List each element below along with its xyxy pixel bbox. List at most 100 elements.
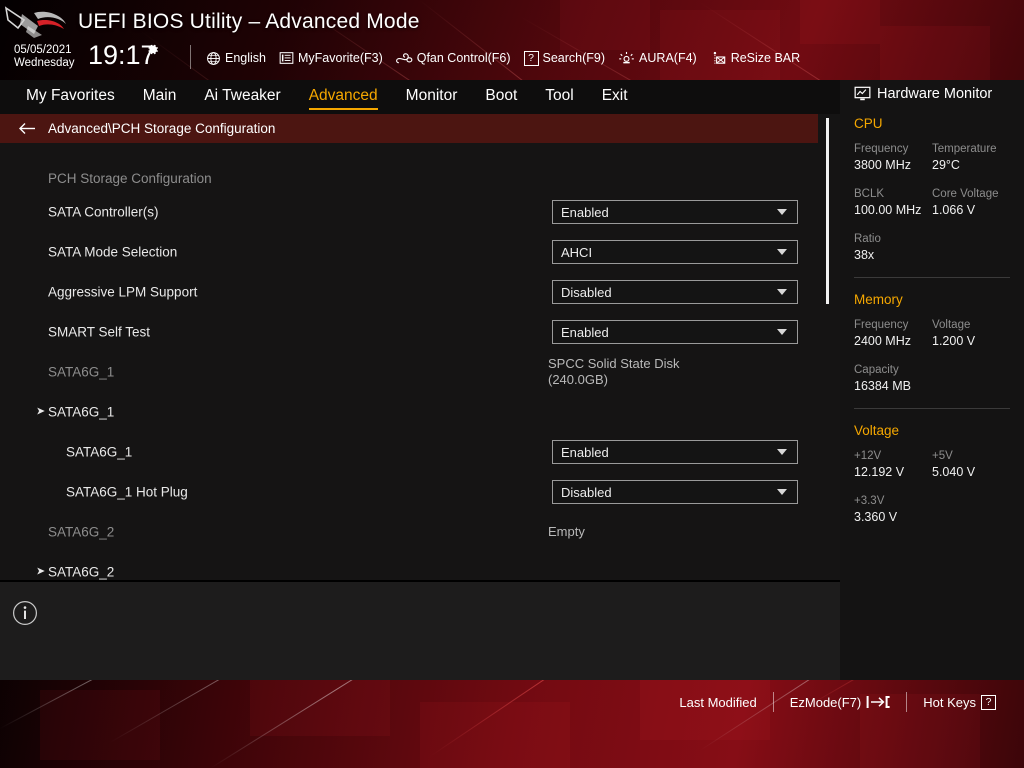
content-panel: Advanced\PCH Storage Configuration PCH S… — [0, 114, 840, 580]
setting-label: Aggressive LPM Support — [48, 285, 197, 300]
breadcrumb-path: Advanced\PCH Storage Configuration — [48, 121, 275, 136]
hwm-metric: Capacity16384 MB — [854, 363, 936, 395]
setting-label: SATA6G_2 — [48, 565, 114, 580]
hwm-group: MemoryFrequency2400 MHzVoltage1.200 VCap… — [854, 292, 1010, 395]
hwm-metric-value: 2400 MHz — [854, 333, 932, 350]
search-label: Search(F9) — [543, 51, 606, 65]
hwm-group: Voltage +12V12.192 V+5V5.040 V +3.3V3.360 … — [854, 423, 1010, 526]
hwm-group-title: Voltage — [854, 423, 1010, 438]
hwm-metric-value: 1.200 V — [932, 333, 1010, 350]
monitor-icon — [854, 86, 871, 102]
ezmode-button[interactable]: EzMode(F7) — [774, 695, 907, 710]
hwm-metric-key: Core Voltage — [932, 187, 1010, 202]
header-bar: UEFI BIOS Utility – Advanced Mode 05/05/… — [0, 0, 1024, 80]
hwm-metric-value: 5.040 V — [932, 464, 1010, 481]
submenu-arrow-icon: ➤ — [36, 567, 45, 578]
setting-label: SATA6G_2 — [48, 525, 114, 540]
setting-row[interactable]: Aggressive LPM Support Disabled — [0, 272, 818, 312]
hwm-metric: Frequency2400 MHz — [854, 318, 932, 350]
hotkeys-label: Hot Keys — [923, 695, 976, 710]
setting-row[interactable]: ➤SATA6G_1 — [0, 392, 818, 432]
tab-main[interactable]: Main — [143, 87, 177, 107]
setting-label: SMART Self Test — [48, 325, 150, 340]
settings-list: SATA Controller(s)EnabledSATA Mode Selec… — [0, 192, 818, 592]
section-title: PCH Storage Configuration — [48, 171, 212, 186]
hwm-metric: +3.3V3.360 V — [854, 494, 936, 526]
chevron-down-icon — [777, 209, 787, 215]
tab-exit[interactable]: Exit — [602, 87, 628, 107]
setting-dropdown[interactable]: Enabled — [552, 320, 798, 344]
main-nav-tabs: My Favorites Main Ai Tweaker Advanced Monito… — [0, 80, 840, 114]
ezmode-switch-icon — [866, 695, 890, 709]
setting-row[interactable]: SATA Mode SelectionAHCI — [0, 232, 818, 272]
chevron-down-icon — [777, 449, 787, 455]
search-button[interactable]: ? Search(F9) — [524, 51, 606, 66]
hwm-metric-pair: Capacity16384 MB — [854, 363, 1010, 395]
hwm-metric-key: +12V — [854, 449, 932, 464]
resize-bar-icon — [710, 51, 727, 66]
dropdown-value: Disabled — [561, 285, 777, 300]
myfavorite-label: MyFavorite(F3) — [298, 51, 383, 65]
setting-dropdown[interactable]: Enabled — [552, 200, 798, 224]
info-circle-icon[interactable] — [12, 600, 38, 631]
hwm-metric-value: 3800 MHz — [854, 157, 932, 174]
back-arrow-icon[interactable] — [18, 122, 36, 135]
hotkeys-button[interactable]: Hot Keys ? — [907, 695, 1012, 710]
hwm-metric: BCLK100.00 MHz — [854, 187, 932, 219]
qfan-control-button[interactable]: Qfan Control(F6) — [396, 51, 511, 66]
myfavorite-button[interactable]: MyFavorite(F3) — [279, 51, 383, 65]
dropdown-value: Disabled — [561, 485, 777, 500]
hwm-metric-value: 16384 MB — [854, 378, 936, 395]
hwm-metric: Frequency3800 MHz — [854, 142, 932, 174]
setting-row[interactable]: SMART Self Test Enabled — [0, 312, 818, 352]
tab-tool[interactable]: Tool — [545, 87, 573, 107]
last-modified-label: Last Modified — [679, 695, 756, 710]
last-modified-button[interactable]: Last Modified — [663, 695, 772, 710]
bios-screen: UEFI BIOS Utility – Advanced Mode 05/05/… — [0, 0, 1024, 768]
setting-row[interactable]: SATA6G_1 Enabled — [0, 432, 818, 472]
hwm-metric-key: BCLK — [854, 187, 932, 202]
tab-monitor[interactable]: Monitor — [406, 87, 458, 107]
setting-dropdown[interactable]: Disabled — [552, 280, 798, 304]
hwm-metric-value: 29°C — [932, 157, 1010, 174]
setting-row[interactable]: SATA6G_1SPCC Solid State Disk (240.0GB) — [0, 352, 818, 392]
language-label: English — [225, 51, 266, 65]
aura-button[interactable]: AURA(F4) — [618, 51, 697, 66]
hwm-metric-key: Voltage — [932, 318, 1010, 333]
chevron-down-icon — [777, 489, 787, 495]
resize-bar-button[interactable]: ReSize BAR — [710, 51, 800, 66]
gear-icon[interactable] — [145, 42, 160, 62]
tab-ai-tweaker[interactable]: Ai Tweaker — [204, 87, 280, 107]
dropdown-value: Enabled — [561, 445, 777, 460]
dropdown-value: Enabled — [561, 205, 777, 220]
list-icon — [279, 51, 294, 65]
setting-dropdown[interactable]: AHCI — [552, 240, 798, 264]
content-scrollbar-thumb[interactable] — [826, 118, 829, 304]
question-key-icon: ? — [524, 51, 539, 66]
aura-label: AURA(F4) — [639, 51, 697, 65]
tab-my-favorites[interactable]: My Favorites — [26, 87, 115, 107]
hwm-metric: Voltage1.200 V — [932, 318, 1010, 350]
hwm-metric-key: Temperature — [932, 142, 1010, 157]
language-button[interactable]: English — [206, 51, 266, 66]
hwm-metric-pair: +12V12.192 V+5V5.040 V — [854, 449, 1010, 481]
footer-actions: Last Modified EzMode(F7) Hot Keys ? — [663, 692, 1012, 712]
setting-row[interactable]: SATA Controller(s)Enabled — [0, 192, 818, 232]
setting-dropdown[interactable]: Disabled — [552, 480, 798, 504]
tab-advanced[interactable]: Advanced — [309, 87, 378, 107]
setting-dropdown[interactable]: Enabled — [552, 440, 798, 464]
setting-row[interactable]: SATA6G_1 Hot PlugDisabled — [0, 472, 818, 512]
hwm-metric: +12V12.192 V — [854, 449, 932, 481]
hwm-metric-pair: Frequency3800 MHzTemperature29°C — [854, 142, 1010, 174]
setting-label: SATA6G_1 — [66, 445, 132, 460]
tab-boot[interactable]: Boot — [485, 87, 517, 107]
hardware-monitor-groups: CPUFrequency3800 MHzTemperature29°CBCLK1… — [854, 116, 1010, 526]
chevron-down-icon — [777, 249, 787, 255]
breadcrumb[interactable]: Advanced\PCH Storage Configuration — [0, 114, 818, 143]
help-info-panel — [0, 582, 840, 680]
globe-icon — [206, 51, 221, 66]
hwm-metric: Core Voltage1.066 V — [932, 187, 1010, 219]
setting-value-text: SPCC Solid State Disk (240.0GB) — [548, 356, 680, 388]
setting-row[interactable]: SATA6G_2Empty — [0, 512, 818, 552]
app-title: UEFI BIOS Utility – Advanced Mode — [78, 10, 420, 34]
